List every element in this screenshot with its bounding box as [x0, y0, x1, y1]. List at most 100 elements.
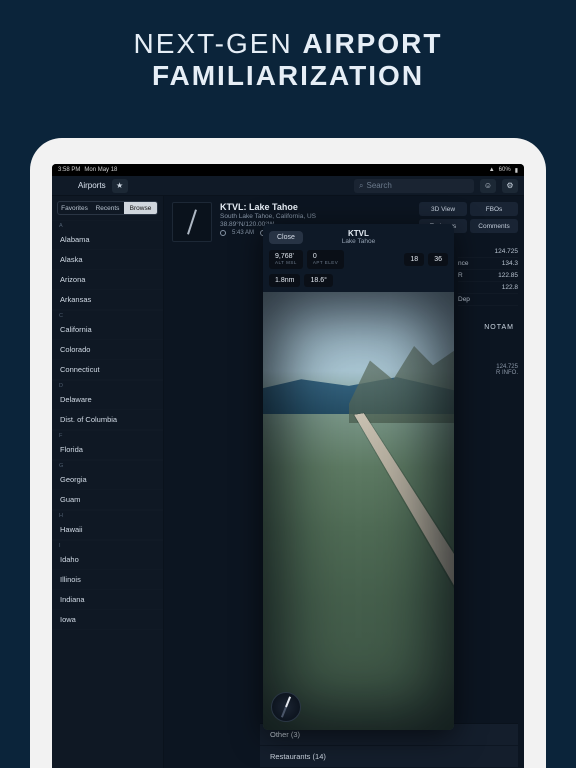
ipad-status-bar: 3:58 PM Mon May 18 ▲ 60% ▮	[52, 164, 524, 176]
freq-value: 122.8	[502, 284, 518, 291]
hero-text-bold: AIRPORT	[302, 28, 442, 59]
search-icon: ⌕	[359, 181, 363, 191]
list-item[interactable]: Iowa	[52, 610, 163, 630]
section-header: A	[52, 220, 163, 230]
section-header: I	[52, 540, 163, 550]
list-item[interactable]: Georgia	[52, 470, 163, 490]
star-icon: ★	[116, 181, 123, 190]
modal-airport-name: Lake Tahoe	[303, 238, 414, 245]
favorite-star-button[interactable]: ★	[112, 179, 128, 193]
runway-36-button[interactable]: 36	[428, 253, 448, 266]
status-time: 3:58 PM	[58, 167, 80, 173]
distance-readout: 1.8nm	[269, 274, 300, 287]
alt-msl-label: ALT MSL	[275, 261, 297, 266]
freq-row: 122.8	[458, 282, 518, 294]
segmented-control: Favorites Recents Browse	[57, 201, 158, 215]
app-top-bar: Airports ★ ⌕ Search ☺ ⚙	[52, 176, 524, 196]
section-header: C	[52, 310, 163, 320]
tab-browse[interactable]: Browse	[124, 202, 157, 214]
list-item[interactable]: Idaho	[52, 550, 163, 570]
dims-row: 1.8nm 18.6°	[263, 274, 454, 292]
3d-view-modal: Close KTVL Lake Tahoe 9,768' ALT MSL	[263, 224, 454, 730]
compass-widget[interactable]	[271, 692, 301, 722]
list-item[interactable]: Hawaii	[52, 520, 163, 540]
frequency-list: 124.725 nce 134.3 R 122.85 122.8 Dep	[458, 246, 518, 306]
compass-needle-icon	[281, 696, 291, 717]
freq-value: 124.725	[495, 248, 519, 255]
airport-diagram-thumb[interactable]	[172, 202, 212, 242]
freq-value: 122.85	[498, 272, 518, 279]
airport-city: South Lake Tahoe, California, US	[220, 213, 316, 220]
freq-label: Dep	[458, 296, 470, 303]
list-item[interactable]: Florida	[52, 440, 163, 460]
list-item[interactable]: Arkansas	[52, 290, 163, 310]
modal-header: Close KTVL Lake Tahoe	[263, 224, 454, 250]
tab-recents[interactable]: Recents	[91, 202, 124, 214]
hero-text: NEXT-GEN	[134, 28, 303, 59]
search-placeholder: Search	[366, 181, 391, 190]
list-item[interactable]: Alaska	[52, 250, 163, 270]
list-item[interactable]: Indiana	[52, 590, 163, 610]
profile-button[interactable]: ☺	[480, 179, 496, 193]
settings-button[interactable]: ⚙	[502, 179, 518, 193]
detail-pane: KTVL: Lake Tahoe South Lake Tahoe, Calif…	[164, 196, 524, 768]
cat-restaurants[interactable]: Restaurants (14)	[260, 746, 518, 768]
section-header: F	[52, 430, 163, 440]
freq-value: 134.3	[502, 260, 518, 267]
3d-terrain-view[interactable]	[263, 292, 454, 730]
right-info: 124.725 R INFO.	[496, 364, 518, 376]
state-list[interactable]: AAlabamaAlaskaArizonaArkansasCCalifornia…	[52, 220, 163, 768]
list-item[interactable]: Connecticut	[52, 360, 163, 380]
freq-row: 124.725	[458, 246, 518, 258]
status-date: Mon May 18	[84, 167, 117, 173]
list-item[interactable]: Alabama	[52, 230, 163, 250]
airport-name: KTVL: Lake Tahoe	[220, 202, 316, 212]
section-header: H	[52, 510, 163, 520]
terrain-vignette	[263, 292, 454, 730]
right-info-label: R INFO.	[496, 370, 518, 376]
ipad-frame: 3:58 PM Mon May 18 ▲ 60% ▮ Airports ★ ⌕ …	[30, 138, 546, 768]
tab-comments[interactable]: Comments	[470, 219, 518, 233]
freq-row: R 122.85	[458, 270, 518, 282]
freq-row: Dep	[458, 294, 518, 306]
modal-title: KTVL Lake Tahoe	[303, 229, 414, 245]
gear-icon: ⚙	[506, 181, 513, 190]
close-button[interactable]: Close	[269, 231, 303, 244]
tab-favorites[interactable]: Favorites	[58, 202, 91, 214]
list-item[interactable]: Dist. of Columbia	[52, 410, 163, 430]
freq-label: nce	[458, 260, 468, 267]
search-input[interactable]: ⌕ Search	[354, 179, 474, 193]
battery-pct: 60%	[499, 167, 511, 173]
app-screen: 3:58 PM Mon May 18 ▲ 60% ▮ Airports ★ ⌕ …	[52, 164, 524, 768]
hero-text-bold-2: FAMILIARIZATION	[152, 60, 424, 91]
alt-msl-readout: 9,768' ALT MSL	[269, 250, 303, 269]
alt-msl-value: 9,768'	[275, 253, 294, 260]
sunrise-time: 5:43 AM	[232, 230, 254, 236]
sidebar: Favorites Recents Browse AAlabamaAlaskaA…	[52, 196, 164, 768]
tab-fbos[interactable]: FBOs	[470, 202, 518, 216]
hero-headline: NEXT-GEN AIRPORT FAMILIARIZATION	[0, 0, 576, 92]
list-item[interactable]: Guam	[52, 490, 163, 510]
section-header: G	[52, 460, 163, 470]
metrics-row: 9,768' ALT MSL 0 APT ELEV 18 36	[263, 250, 454, 274]
page-title: Airports	[78, 181, 106, 190]
list-item[interactable]: Illinois	[52, 570, 163, 590]
notam-label[interactable]: NOTAM	[484, 324, 514, 331]
list-item[interactable]: Arizona	[52, 270, 163, 290]
wifi-icon: ▲	[489, 167, 495, 173]
list-item[interactable]: Colorado	[52, 340, 163, 360]
apt-elev-label: APT ELEV	[313, 261, 338, 266]
app-body: Favorites Recents Browse AAlabamaAlaskaA…	[52, 196, 524, 768]
tab-3d-view[interactable]: 3D View	[419, 202, 467, 216]
freq-row: nce 134.3	[458, 258, 518, 270]
sunrise-icon	[220, 230, 226, 236]
battery-icon: ▮	[515, 167, 518, 174]
freq-label: R	[458, 272, 463, 279]
apt-elev-value: 0	[313, 253, 317, 260]
list-item[interactable]: California	[52, 320, 163, 340]
list-item[interactable]: Delaware	[52, 390, 163, 410]
runway-18-button[interactable]: 18	[404, 253, 424, 266]
bearing-readout: 18.6°	[304, 274, 332, 287]
section-header: D	[52, 380, 163, 390]
apt-elev-readout: 0 APT ELEV	[307, 250, 344, 269]
